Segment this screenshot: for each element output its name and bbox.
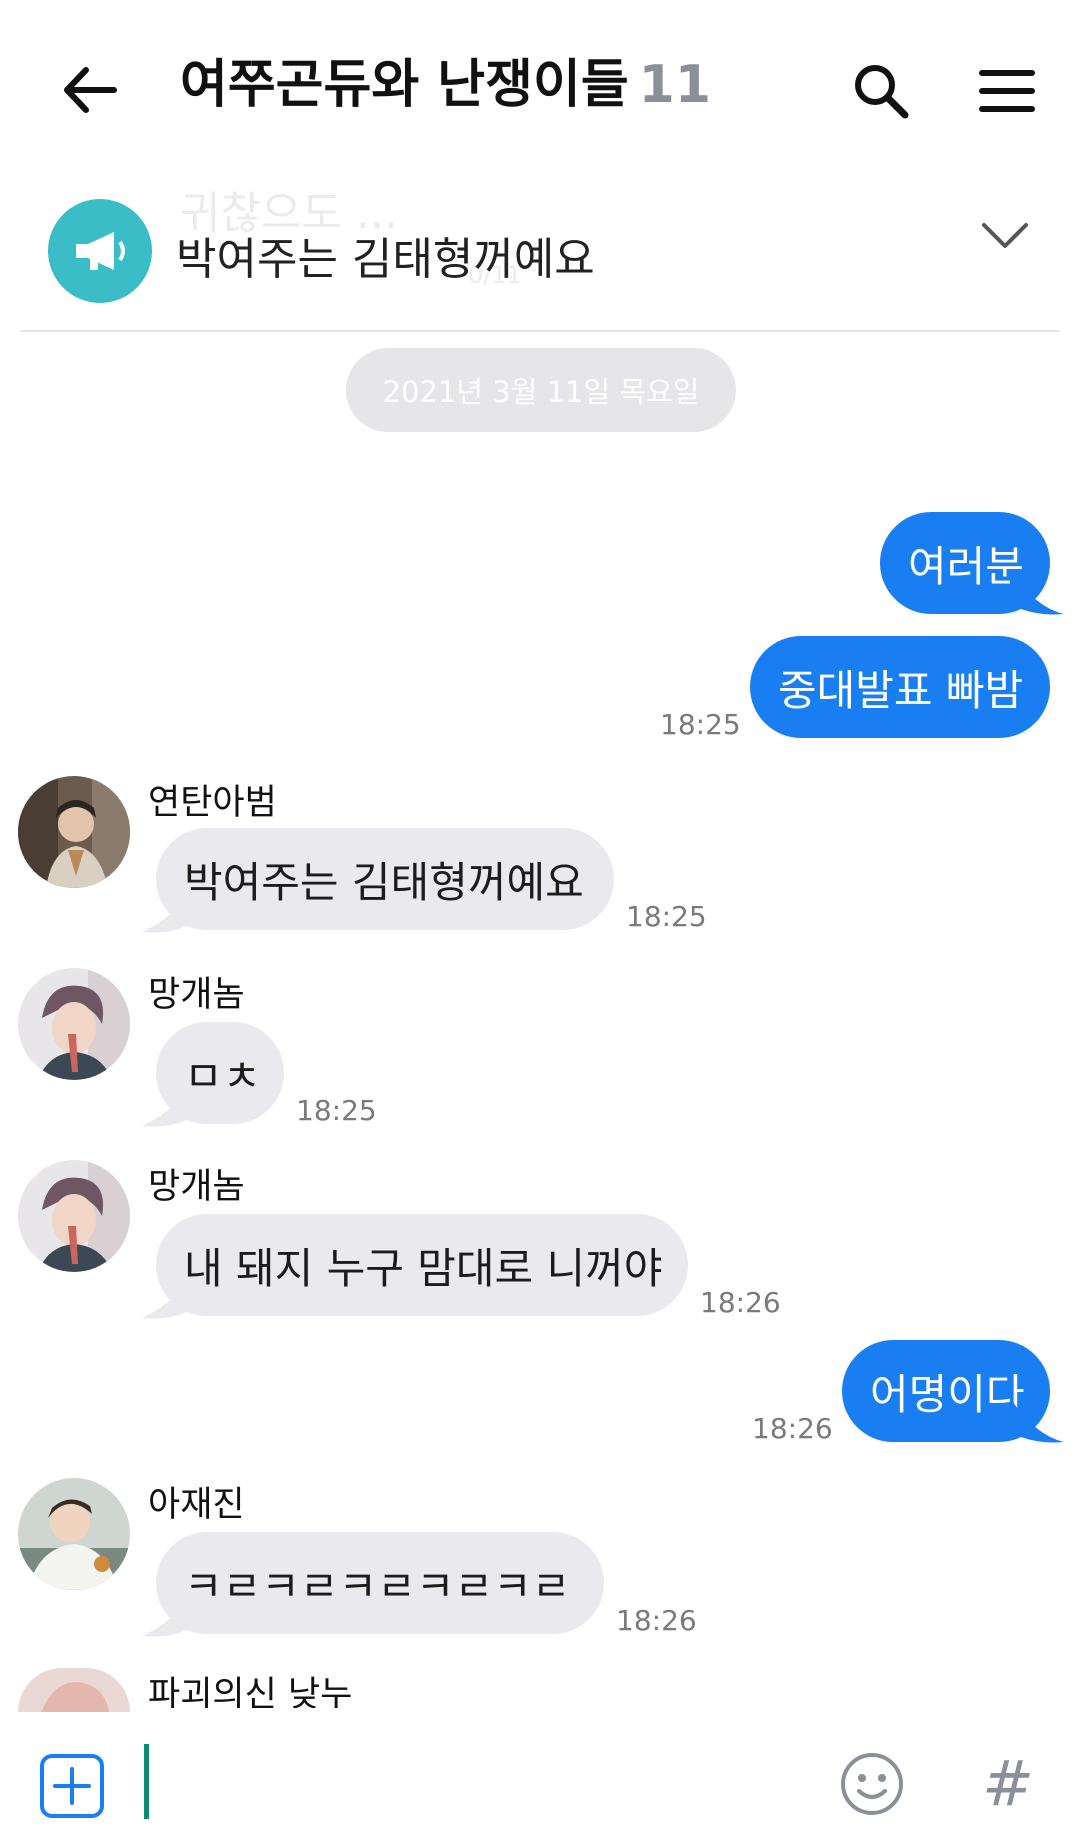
sender-name: 아재진 (148, 1485, 245, 1525)
search-button[interactable] (836, 46, 926, 136)
message-text: 어명이다 (870, 1369, 1025, 1419)
message-bubble-theirs[interactable]: 박여주는 김태형꺼예요 (156, 828, 614, 930)
hashtag-button[interactable]: # (968, 1744, 1048, 1824)
back-button[interactable] (50, 50, 130, 130)
emoji-button[interactable] (832, 1744, 912, 1824)
message-text: 중대발표 빠밤 (778, 665, 1024, 715)
avatar[interactable] (18, 1668, 130, 1712)
message-time: 18:26 (616, 1604, 697, 1637)
message-text: ㅁㅊ (184, 1051, 262, 1101)
menu-button[interactable] (962, 46, 1052, 136)
plus-square-icon (40, 1754, 104, 1818)
megaphone-icon (48, 199, 152, 303)
top-bar: 여쭈곤듀와 난쟁이들 11 (0, 0, 1080, 170)
message-bubble-theirs[interactable]: ㅋㄹㅋㄹㅋㄹㅋㄹㅋㄹ (156, 1532, 604, 1634)
attach-button[interactable] (34, 1748, 110, 1824)
chat-title: 여쭈곤듀와 난쟁이들 11 (180, 50, 711, 120)
message-text: ㅋㄹㅋㄹㅋㄹㅋㄹㅋㄹ (184, 1561, 571, 1611)
sender-name: 연탄아범 (148, 783, 277, 823)
avatar[interactable] (18, 1160, 130, 1272)
member-count: 11 (638, 55, 712, 115)
message-time: 18:25 (626, 900, 707, 933)
date-separator: 2021년 3월 11일 목요일 (346, 348, 736, 432)
avatar[interactable] (18, 968, 130, 1080)
notice-banner[interactable]: 귀찮으도 ... 0/11 박여주는 김태형꺼예요 (20, 175, 1060, 332)
message-time: 18:26 (752, 1412, 833, 1445)
arrow-left-icon (64, 67, 117, 113)
message-bubble-theirs[interactable]: 내 돼지 누구 맘대로 니꺼야 (156, 1214, 688, 1316)
avatar[interactable] (18, 1478, 130, 1590)
smiley-icon (841, 1753, 903, 1815)
message-bubble-mine[interactable]: 중대발표 빠밤 (750, 636, 1050, 738)
message-bubble-theirs[interactable]: ㅁㅊ (156, 1022, 284, 1124)
message-text: 내 돼지 누구 맘대로 니꺼야 (184, 1243, 663, 1293)
bubble-tail-mine (1010, 1398, 1064, 1443)
search-icon (855, 65, 909, 119)
message-time: 18:25 (296, 1094, 377, 1127)
menu-icon (979, 70, 1035, 112)
avatar[interactable] (18, 776, 130, 888)
chevron-down-icon[interactable] (980, 221, 1030, 255)
message-input-bar: # (0, 1712, 1080, 1848)
hashtag-icon: # (982, 1747, 1034, 1820)
sender-name: 망개놈 (148, 975, 245, 1015)
message-text: 여러분 (908, 541, 1024, 591)
notice-text: 박여주는 김태형꺼예요 (176, 234, 595, 285)
message-time: 18:25 (660, 708, 741, 741)
message-time: 18:26 (700, 1286, 781, 1319)
sender-name: 파괴의신 낮누 (148, 1675, 353, 1708)
chat-room-name: 여쭈곤듀와 난쟁이들 (180, 55, 629, 115)
message-text: 박여주는 김태형꺼예요 (184, 857, 584, 907)
text-cursor[interactable] (144, 1744, 149, 1819)
bubble-tail-mine (1010, 570, 1064, 615)
sender-name: 망개놈 (148, 1167, 245, 1207)
